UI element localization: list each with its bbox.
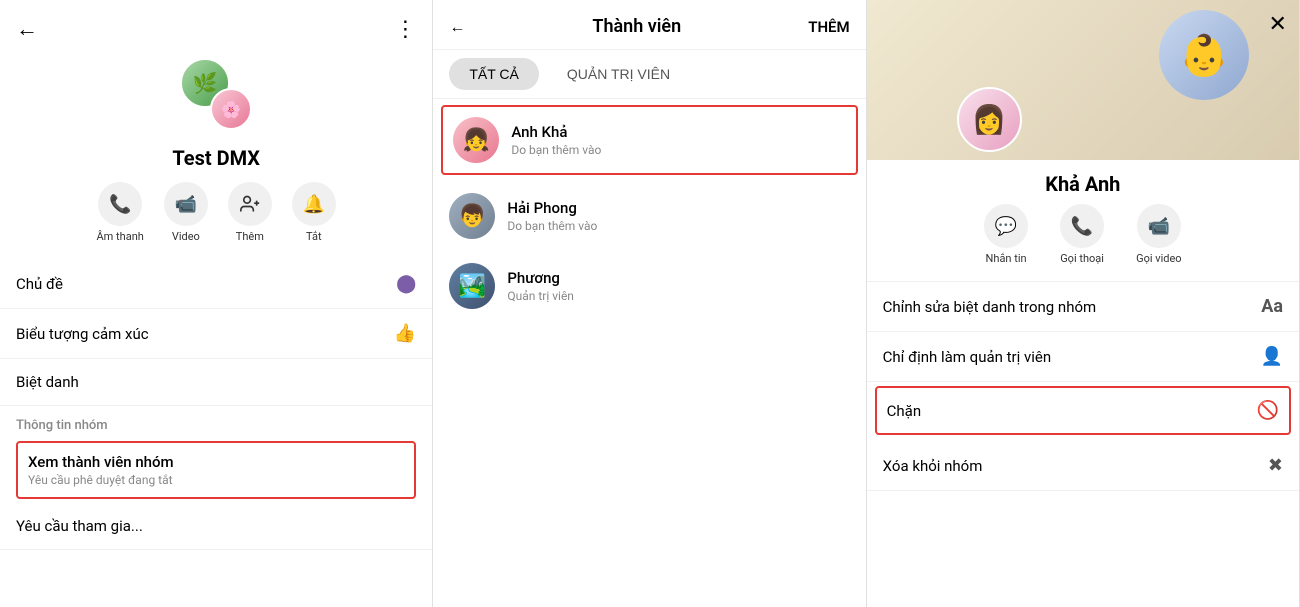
member-hai-phong-name: Hải Phong bbox=[507, 199, 597, 217]
baby-avatar: 👶 bbox=[1159, 10, 1249, 100]
member-phuong-sub: Quản trị viên bbox=[507, 289, 574, 303]
back-button[interactable]: ← bbox=[16, 16, 38, 42]
profile-section: 🌿 🌸 Test DMX 📞 Âm thanh 📹 Video bbox=[0, 50, 432, 259]
video-icon: 📹 bbox=[164, 182, 208, 226]
theme-label: Chủ đề bbox=[16, 275, 63, 293]
message-label: Nhắn tin bbox=[986, 252, 1027, 265]
user-name: Khả Anh bbox=[867, 160, 1299, 204]
tab-all[interactable]: TẤT CẢ bbox=[449, 58, 539, 90]
call-icon: 📞 bbox=[1060, 204, 1104, 248]
add-person-icon bbox=[228, 182, 272, 226]
remove-from-group-item[interactable]: Xóa khỏi nhóm ✖ bbox=[867, 441, 1299, 491]
call-label: Gọi thoại bbox=[1060, 252, 1104, 265]
theme-icon: ⬤ bbox=[396, 273, 416, 294]
view-members-item-wrapper: Xem thành viên nhóm Yêu cầu phê duyệt đa… bbox=[8, 441, 424, 499]
tab-admin[interactable]: QUẢN TRỊ VIÊN bbox=[547, 58, 690, 90]
video-label: Video bbox=[172, 230, 200, 243]
more-options-button[interactable]: ⋮ bbox=[394, 17, 416, 42]
video-call-icon: 📹 bbox=[1137, 204, 1181, 248]
video-button[interactable]: 📹 Video bbox=[164, 182, 208, 243]
remove-from-group-label: Xóa khỏi nhóm bbox=[883, 457, 983, 475]
audio-icon: 📞 bbox=[98, 182, 142, 226]
bell-icon: 🔔 bbox=[292, 182, 336, 226]
close-button[interactable]: ✕ bbox=[1269, 12, 1287, 37]
member-phuong-info: Phương Quản trị viên bbox=[507, 269, 574, 303]
member-hai-phong-avatar: 👦 bbox=[449, 193, 495, 239]
mute-button[interactable]: 🔔 Tắt bbox=[292, 182, 336, 243]
theme-item[interactable]: Chủ đề ⬤ bbox=[0, 259, 432, 309]
block-item-wrapper: Chặn 🚫 bbox=[875, 386, 1291, 435]
member-anh-kha-avatar: 👧 bbox=[453, 117, 499, 163]
panel2-title: Thành viên bbox=[592, 16, 681, 37]
view-members-item[interactable]: Xem thành viên nhóm Yêu cầu phê duyệt đa… bbox=[16, 441, 416, 499]
edit-nickname-icon: Aa bbox=[1261, 296, 1283, 317]
add-members-button[interactable]: THÊM bbox=[808, 18, 849, 36]
add-label: Thêm bbox=[236, 230, 264, 243]
action-buttons: 📞 Âm thanh 📹 Video Thêm bbox=[97, 182, 336, 243]
view-members-sub: Yêu cầu phê duyệt đang tắt bbox=[28, 473, 404, 487]
member-hai-phong-sub: Do bạn thêm vào bbox=[507, 219, 597, 233]
block-label: Chặn bbox=[887, 402, 921, 420]
edit-nickname-item[interactable]: Chỉnh sửa biệt danh trong nhóm Aa bbox=[867, 282, 1299, 332]
avatar-2: 🌸 bbox=[210, 88, 252, 130]
audio-label: Âm thanh bbox=[97, 230, 144, 243]
message-button[interactable]: 💬 Nhắn tin bbox=[984, 204, 1028, 265]
member-phuong-name: Phương bbox=[507, 269, 574, 287]
members-panel: ← Thành viên THÊM TẤT CẢ QUẢN TRỊ VIÊN 👧… bbox=[433, 0, 866, 607]
group-info-panel: ← ⋮ 🌿 🌸 Test DMX 📞 Âm thanh 📹 Video bbox=[0, 0, 433, 607]
group-name: Test DMX bbox=[172, 146, 260, 170]
panel2-back-button[interactable]: ← bbox=[449, 17, 465, 37]
nickname-label: Biệt danh bbox=[16, 373, 79, 391]
join-request-label: Yêu cầu tham gia... bbox=[16, 517, 143, 535]
video-call-label: Gọi video bbox=[1136, 252, 1181, 265]
group-avatar: 🌿 🌸 bbox=[180, 58, 252, 130]
mute-label: Tắt bbox=[306, 230, 322, 243]
panel2-header: ← Thành viên THÊM bbox=[433, 0, 865, 50]
join-request-item[interactable]: Yêu cầu tham gia... bbox=[0, 503, 432, 550]
member-anh-kha[interactable]: 👧 Anh Khả Do bạn thêm vào bbox=[443, 107, 855, 173]
woman-avatar: 👩 bbox=[957, 87, 1022, 152]
member-anh-kha-info: Anh Khả Do bạn thêm vào bbox=[511, 123, 601, 157]
member-phuong-avatar: 🏞️ bbox=[449, 263, 495, 309]
call-button[interactable]: 📞 Gọi thoại bbox=[1060, 204, 1104, 265]
tabs-row: TẤT CẢ QUẢN TRỊ VIÊN bbox=[433, 50, 865, 99]
section-header: Thông tin nhóm bbox=[0, 406, 432, 437]
user-detail-panel: ✕ 👶 👩 Khả Anh 💬 Nhắn tin 📞 Gọi thoại 📹 G… bbox=[867, 0, 1300, 607]
make-admin-item[interactable]: Chỉ định làm quản trị viên 👤 bbox=[867, 332, 1299, 382]
member-item-highlighted[interactable]: 👧 Anh Khả Do bạn thêm vào bbox=[441, 105, 857, 175]
member-anh-kha-name: Anh Khả bbox=[511, 123, 601, 141]
block-item[interactable]: Chặn 🚫 bbox=[877, 388, 1289, 433]
add-member-button[interactable]: Thêm bbox=[228, 182, 272, 243]
emoji-item[interactable]: Biểu tượng cảm xúc 👍 bbox=[0, 309, 432, 359]
video-call-button[interactable]: 📹 Gọi video bbox=[1136, 204, 1181, 265]
audio-button[interactable]: 📞 Âm thanh bbox=[97, 182, 144, 243]
message-icon: 💬 bbox=[984, 204, 1028, 248]
edit-nickname-label: Chỉnh sửa biệt danh trong nhóm bbox=[883, 298, 1097, 316]
member-hai-phong[interactable]: 👦 Hải Phong Do bạn thêm vào bbox=[433, 181, 865, 251]
member-hai-phong-info: Hải Phong Do bạn thêm vào bbox=[507, 199, 597, 233]
nickname-item[interactable]: Biệt danh bbox=[0, 359, 432, 406]
panel1-header: ← ⋮ bbox=[0, 0, 432, 50]
view-members-title: Xem thành viên nhóm bbox=[28, 453, 404, 471]
block-icon: 🚫 bbox=[1257, 400, 1279, 421]
make-admin-icon: 👤 bbox=[1261, 346, 1283, 367]
member-anh-kha-sub: Do bạn thêm vào bbox=[511, 143, 601, 157]
emoji-label: Biểu tượng cảm xúc bbox=[16, 325, 149, 343]
member-phuong[interactable]: 🏞️ Phương Quản trị viên bbox=[433, 251, 865, 321]
remove-from-group-icon: ✖ bbox=[1268, 455, 1283, 476]
emoji-icon: 👍 bbox=[394, 323, 416, 344]
panel3-action-row: 💬 Nhắn tin 📞 Gọi thoại 📹 Gọi video bbox=[867, 204, 1299, 282]
make-admin-label: Chỉ định làm quản trị viên bbox=[883, 348, 1052, 366]
